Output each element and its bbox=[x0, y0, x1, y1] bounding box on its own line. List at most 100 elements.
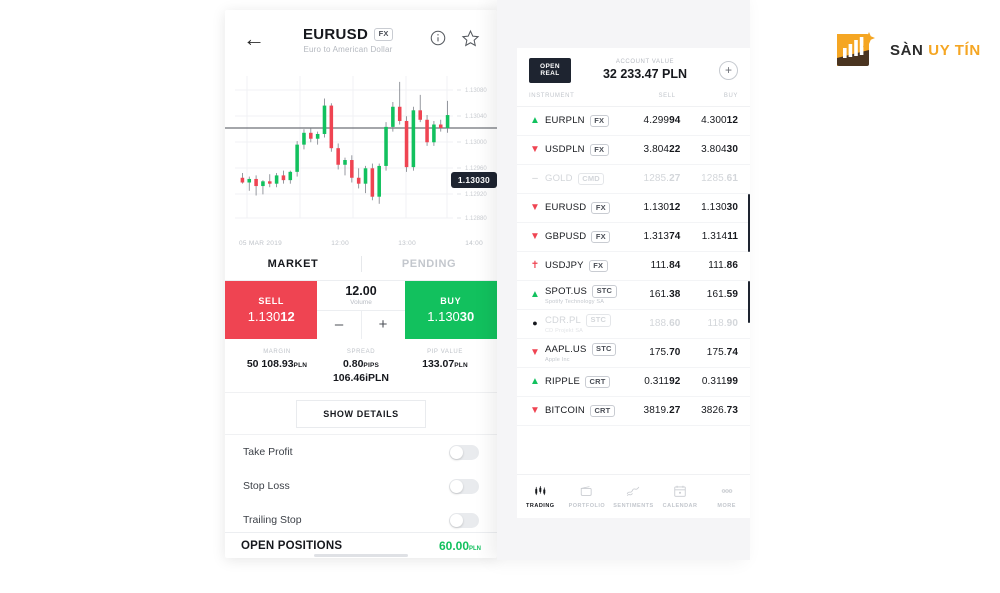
instrument-info: AAPL.US STC Apple Inc bbox=[545, 343, 623, 363]
sell-price-cell[interactable]: 1.13012 bbox=[623, 202, 681, 213]
trailing-stop-toggle[interactable] bbox=[449, 512, 479, 528]
stop-loss-label: Stop Loss bbox=[243, 480, 290, 492]
show-details-button[interactable]: SHOW DETAILS bbox=[296, 399, 426, 428]
buy-price-cell[interactable]: 4.30012 bbox=[680, 115, 738, 126]
logo-text-part2: UY TÍN bbox=[928, 41, 981, 59]
instrument-type-badge: FX bbox=[374, 28, 394, 41]
nav-label: TRADING bbox=[526, 503, 555, 509]
account-bar: OPEN REAL ACCOUNT VALUE 32 233.47 PLN + bbox=[517, 48, 750, 89]
trend-up-icon: ▲ bbox=[530, 288, 540, 300]
scroll-indicator[interactable] bbox=[747, 193, 750, 252]
buy-price-cell[interactable]: 111.86 bbox=[680, 260, 738, 271]
trailing-stop-label: Trailing Stop bbox=[243, 514, 302, 526]
nav-item-sentiments[interactable]: SENTIMENTS bbox=[610, 484, 657, 509]
current-price-tag: 1.13030 bbox=[450, 172, 497, 188]
instrument-category-badge: FX bbox=[591, 201, 611, 215]
option-stop-loss[interactable]: Stop Loss bbox=[225, 469, 497, 503]
trend-down-icon: ▼ bbox=[530, 230, 540, 242]
instrument-info: EURUSD FX bbox=[545, 201, 623, 215]
tab-pending[interactable]: PENDING bbox=[361, 258, 497, 270]
wallet-icon bbox=[579, 484, 594, 498]
nav-item-more[interactable]: MORE bbox=[703, 484, 750, 509]
tab-market[interactable]: MARKET bbox=[225, 258, 361, 270]
nav-item-trading[interactable]: TRADING bbox=[517, 484, 564, 509]
stat-spread-value-secondary: 106.46iPLN bbox=[332, 372, 390, 384]
buy-price-cell[interactable]: 0.31199 bbox=[680, 376, 738, 387]
scroll-indicator[interactable] bbox=[747, 280, 750, 323]
sell-price-cell[interactable]: 1.31374 bbox=[623, 231, 681, 242]
instrument-name: USDPLN bbox=[545, 144, 585, 156]
bottom-navigation: TRADING PORTFOLIO SENTIMENTS CALENDAR MORE bbox=[517, 474, 750, 518]
buy-price-cell[interactable]: 1.13030 bbox=[680, 202, 738, 213]
x-tick-0: 05 MAR 2019 bbox=[239, 240, 283, 247]
buy-button[interactable]: BUY 1.13030 bbox=[404, 281, 497, 339]
volume-increase-button[interactable]: + bbox=[360, 310, 405, 339]
instrument-row[interactable]: ● CDR.PL STC CD Projekt SA 188.60 118.90 bbox=[517, 310, 750, 339]
sell-label: SELL bbox=[258, 296, 285, 306]
nav-label: SENTIMENTS bbox=[613, 503, 654, 509]
logo-text: SÀN UY TÍN bbox=[890, 42, 981, 59]
sell-price-cell[interactable]: 0.31192 bbox=[623, 376, 681, 387]
instrument-category-badge: FX bbox=[591, 230, 611, 244]
instrument-category-badge: CRT bbox=[585, 375, 611, 389]
svg-text:1.12880: 1.12880 bbox=[465, 216, 487, 222]
take-profit-toggle[interactable] bbox=[449, 444, 479, 460]
instrument-list[interactable]: ▲ EURPLN FX 4.29994 4.30012 ▼ USDPLN FX 3.80422 3… bbox=[517, 107, 750, 426]
sell-button[interactable]: SELL 1.13012 bbox=[225, 281, 318, 339]
nav-label: MORE bbox=[717, 503, 736, 509]
buy-price-cell[interactable]: 161.59 bbox=[680, 289, 738, 300]
toggle-knob bbox=[450, 479, 463, 493]
nav-item-calendar[interactable]: CALENDAR bbox=[657, 484, 704, 509]
instrument-row[interactable]: ✝ USDJPY FX 111.84 111.86 bbox=[517, 252, 750, 281]
sell-price-cell[interactable]: 175.70 bbox=[623, 347, 681, 358]
buy-price-cell[interactable]: 118.90 bbox=[680, 318, 738, 329]
buy-price-cell[interactable]: 3.80430 bbox=[680, 144, 738, 155]
instrument-row[interactable]: – GOLD CMD 1285.27 1285.61 bbox=[517, 165, 750, 194]
star-icon[interactable] bbox=[461, 29, 481, 49]
sell-price-cell[interactable]: 4.29994 bbox=[623, 115, 681, 126]
sell-price-cell[interactable]: 188.60 bbox=[623, 318, 681, 329]
info-icon[interactable] bbox=[429, 29, 449, 49]
instrument-row[interactable]: ▼ EURUSD FX 1.13012 1.13030 bbox=[517, 194, 750, 223]
trend-flat-icon: – bbox=[532, 172, 538, 184]
sell-price-cell[interactable]: 1285.27 bbox=[623, 173, 681, 184]
account-value-label: ACCOUNT VALUE bbox=[615, 59, 675, 66]
nav-item-portfolio[interactable]: PORTFOLIO bbox=[564, 484, 611, 509]
volume-decrease-button[interactable]: – bbox=[317, 311, 360, 340]
instrument-row[interactable]: ▼ GBPUSD FX 1.31374 1.31411 bbox=[517, 223, 750, 252]
instrument-row[interactable]: ▲ SPOT.US STC Spotify Technology SA 161.38 16… bbox=[517, 281, 750, 310]
option-take-profit[interactable]: Take Profit bbox=[225, 435, 497, 469]
stat-margin: MARGIN 50 108.93PLN bbox=[235, 349, 319, 384]
instrument-row[interactable]: ▼ AAPL.US STC Apple Inc 175.70 175.74 bbox=[517, 339, 750, 368]
open-real-account-button[interactable]: OPEN REAL bbox=[529, 58, 571, 83]
stop-loss-toggle[interactable] bbox=[449, 478, 479, 494]
volume-value: 12.00 bbox=[345, 284, 377, 299]
open-positions-label: OPEN POSITIONS bbox=[241, 539, 343, 552]
calendar-icon bbox=[673, 484, 687, 498]
sell-price-cell[interactable]: 161.38 bbox=[623, 289, 681, 300]
back-arrow-icon[interactable]: ← bbox=[241, 26, 267, 52]
buy-price-cell[interactable]: 1285.61 bbox=[680, 173, 738, 184]
buy-price-cell[interactable]: 175.74 bbox=[680, 347, 738, 358]
price-chart[interactable]: 1.13080 1.13040 1.13000 1.12960 1.12920 … bbox=[225, 68, 497, 236]
buy-price-cell[interactable]: 3826.73 bbox=[680, 405, 738, 416]
instrument-category-badge: FX bbox=[588, 259, 608, 273]
candlestick-icon bbox=[533, 484, 548, 498]
buy-price-cell[interactable]: 1.31411 bbox=[680, 231, 738, 242]
trade-stats: MARGIN 50 108.93PLN SPREAD 0.80PIPS 106.… bbox=[225, 339, 497, 393]
instrument-subtitle: Euro to American Dollar bbox=[303, 45, 393, 54]
volume-stepper: 12.00 Volume – + bbox=[317, 281, 405, 340]
instrument-info: GOLD CMD bbox=[545, 172, 623, 186]
instrument-row[interactable]: ▼ USDPLN FX 3.80422 3.80430 bbox=[517, 136, 750, 165]
instrument-row[interactable]: ▲ EURPLN FX 4.29994 4.30012 bbox=[517, 107, 750, 136]
sell-price-cell[interactable]: 3819.27 bbox=[623, 405, 681, 416]
trend-down-icon: ▼ bbox=[530, 201, 540, 213]
instrument-row[interactable]: ▼ BITCOIN CRT 3819.27 3826.73 bbox=[517, 397, 750, 426]
plus-circle-icon[interactable]: + bbox=[719, 60, 738, 80]
tab-divider bbox=[361, 256, 362, 272]
instrument-header: ← EURUSD FX Euro to American Dollar bbox=[225, 10, 497, 68]
instrument-row[interactable]: ▲ RIPPLE CRT 0.31192 0.31199 bbox=[517, 368, 750, 397]
instrument-category-badge: FX bbox=[589, 114, 609, 128]
sell-price-cell[interactable]: 111.84 bbox=[623, 260, 681, 271]
sell-price-cell[interactable]: 3.80422 bbox=[623, 144, 681, 155]
